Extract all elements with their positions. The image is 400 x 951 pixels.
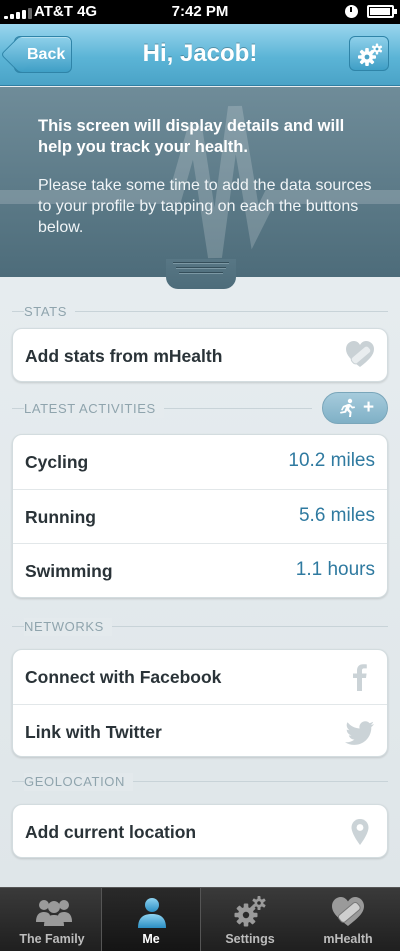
nav-bar: Back Hi, Jacob! — [0, 24, 400, 86]
section-header-latest-activities: LATEST ACTIVITIES — [12, 400, 312, 418]
family-icon — [36, 900, 72, 926]
tab-settings[interactable]: Settings — [200, 888, 300, 951]
tab-the-family[interactable]: The Family — [2, 888, 102, 951]
status-bar: AT&T 4G 7:42 PM — [0, 0, 400, 24]
section-header-networks: NETWORKS — [12, 618, 388, 636]
add-location-row[interactable]: Add current location — [13, 805, 387, 859]
activity-name: Running — [25, 507, 96, 527]
link-twitter-label: Link with Twitter — [25, 722, 162, 742]
add-activity-button[interactable]: + — [322, 392, 388, 424]
status-time: 7:42 PM — [171, 3, 229, 20]
tab-label: The Family — [19, 932, 85, 946]
plus-icon: + — [363, 397, 375, 418]
geolocation-card: Add current location — [12, 804, 388, 858]
tab-me[interactable]: Me — [101, 888, 201, 951]
add-location-label: Add current location — [25, 822, 197, 842]
battery-icon — [367, 5, 397, 18]
section-label-stats: STATS — [24, 304, 67, 319]
connect-facebook-row[interactable]: Connect with Facebook — [13, 650, 387, 704]
link-twitter-row[interactable]: Link with Twitter — [13, 704, 387, 758]
tab-bar: The Family Me Settings mHealth — [0, 887, 400, 951]
section-header-geolocation: GEOLOCATION — [12, 773, 388, 791]
intro-headline: This screen will display details and wil… — [38, 117, 345, 156]
section-label-geolocation: GEOLOCATION — [24, 774, 125, 789]
location-pin-icon — [351, 819, 369, 845]
tab-label: mHealth — [323, 932, 373, 946]
activity-value: 1.1 hours — [295, 559, 375, 580]
activity-value: 10.2 miles — [288, 450, 375, 471]
intro-body: Please take some time to add the data so… — [38, 177, 372, 236]
tab-label: Me — [142, 932, 160, 946]
heart-bandage-icon — [346, 341, 374, 367]
intro-banner: This screen will display details and wil… — [0, 87, 400, 277]
activity-name: Swimming — [25, 561, 113, 581]
activity-row[interactable]: Running 5.6 miles — [13, 489, 387, 543]
add-stats-row[interactable]: Add stats from mHealth — [13, 329, 387, 383]
twitter-icon — [345, 721, 374, 745]
tab-label: Settings — [225, 932, 275, 946]
activity-value: 5.6 miles — [298, 505, 375, 526]
gears-icon — [234, 896, 266, 927]
tab-mhealth[interactable]: mHealth — [298, 888, 398, 951]
runner-icon — [340, 398, 355, 417]
section-label-latest-activities: LATEST ACTIVITIES — [24, 401, 156, 416]
grip-icon — [173, 262, 229, 278]
networks-card: Connect with Facebook Link with Twitter — [12, 649, 388, 757]
add-stats-label: Add stats from mHealth — [25, 346, 223, 366]
back-button-label: Back — [27, 46, 66, 63]
settings-button[interactable] — [349, 36, 389, 71]
activity-row[interactable]: Cycling 10.2 miles — [13, 435, 387, 489]
stats-card: Add stats from mHealth — [12, 328, 388, 382]
gear-icon — [358, 43, 383, 66]
activities-card: Cycling 10.2 miles Running 5.6 miles Swi… — [12, 434, 388, 598]
heart-bandage-icon — [332, 897, 364, 926]
alarm-icon — [345, 5, 358, 18]
section-label-networks: NETWORKS — [24, 619, 104, 634]
activity-name: Cycling — [25, 452, 89, 472]
connect-facebook-label: Connect with Facebook — [25, 667, 222, 687]
person-icon — [138, 898, 166, 928]
facebook-icon — [353, 664, 367, 691]
activity-row[interactable]: Swimming 1.1 hours — [13, 543, 387, 597]
section-header-stats: STATS — [12, 303, 388, 321]
